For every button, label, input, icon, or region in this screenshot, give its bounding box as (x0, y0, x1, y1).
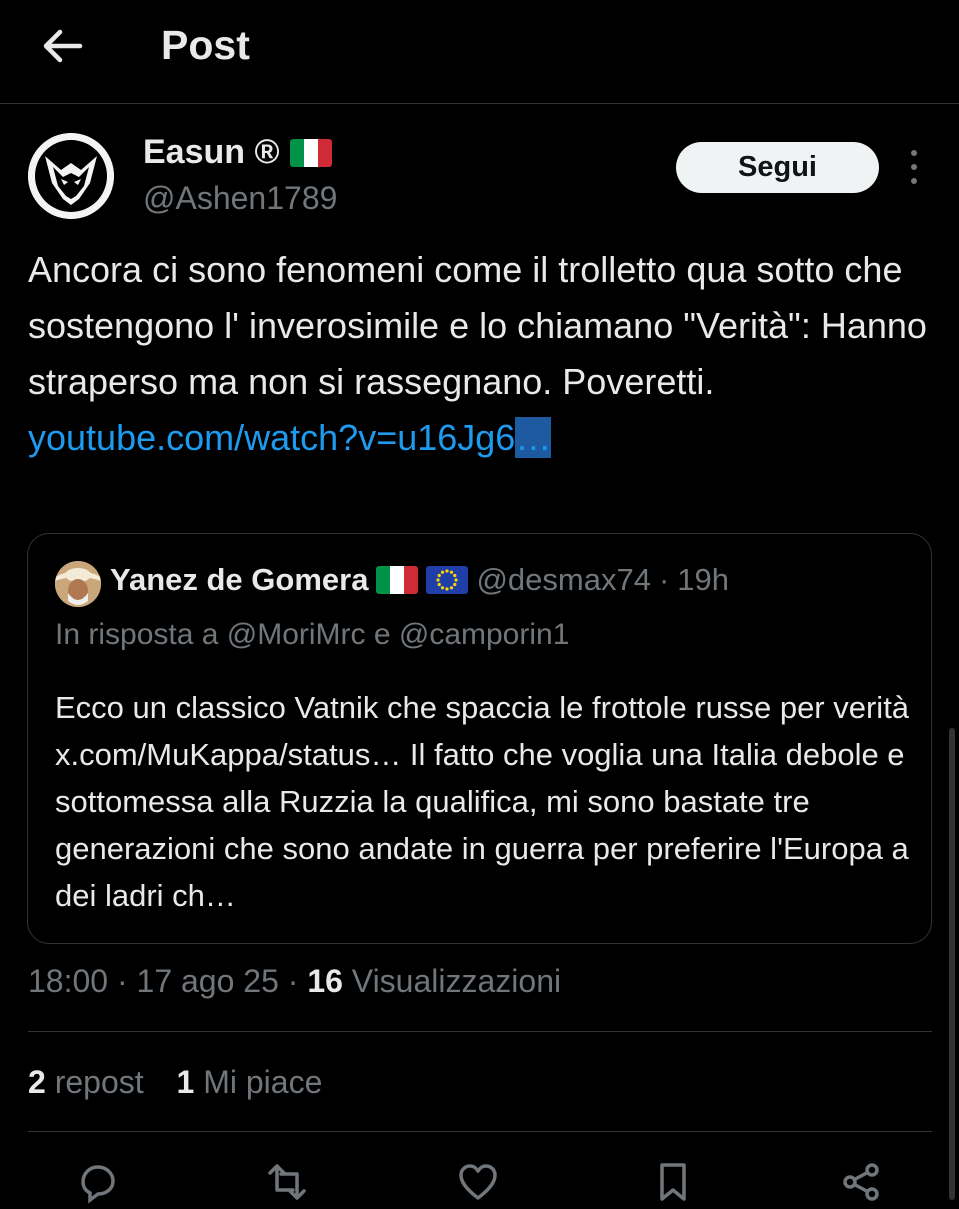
quote-author-name[interactable]: Yanez de Gomera (110, 562, 368, 598)
page-title: Post (161, 22, 250, 68)
reposts-label: repost (54, 1064, 144, 1100)
views-label: Visualizzazioni (351, 963, 562, 999)
quote-age[interactable]: 19h (677, 562, 729, 598)
quote-avatar[interactable] (55, 561, 101, 607)
author-name-row[interactable]: Easun ® (143, 133, 332, 172)
engagement-stats: 2 repost 1 Mi piace (28, 1064, 346, 1101)
post-text: Ancora ci sono fenomeni come il trollett… (28, 242, 933, 466)
follow-button[interactable]: Segui (676, 142, 879, 193)
likes-label: Mi piace (203, 1064, 323, 1100)
top-bar: Post (0, 0, 959, 104)
likes-stat[interactable]: 1 Mi piace (177, 1064, 323, 1100)
reposts-count: 2 (28, 1064, 46, 1100)
quote-text: Ecco un classico Vatnik che spaccia le f… (55, 690, 910, 913)
reply-icon[interactable] (76, 1160, 120, 1204)
quote-reply-to: In risposta a @MoriMrc e @camporin1 (55, 618, 570, 651)
like-icon[interactable] (456, 1160, 500, 1204)
divider (28, 1031, 932, 1032)
italy-flag-icon (289, 138, 332, 167)
post-meta: 18:00 · 17 ago 25 · 16 Visualizzazioni (28, 963, 561, 1000)
quoted-post[interactable]: Yanez de Gomera @desmax74 · 19h In rispo… (27, 533, 932, 944)
post-body: Ancora ci sono fenomeni come il trollett… (28, 249, 927, 402)
likes-count: 1 (176, 1064, 195, 1100)
italy-flag-icon (376, 566, 419, 594)
views-count: 16 (307, 963, 343, 999)
repost-icon[interactable] (265, 1160, 309, 1204)
meta-separator: · (287, 963, 308, 999)
eu-flag-icon (426, 566, 469, 594)
scrollbar[interactable] (949, 728, 955, 1200)
quote-header: Yanez de Gomera @desmax74 · 19h (110, 562, 729, 598)
quote-author-handle[interactable]: @desmax74 (476, 562, 651, 598)
reposts-stat[interactable]: 2 repost (28, 1064, 153, 1100)
author-handle[interactable]: @Ashen1789 (143, 180, 337, 217)
post-link-ellipsis[interactable]: … (515, 417, 552, 458)
author-name[interactable]: Easun ® (143, 133, 280, 172)
bookmark-icon[interactable] (651, 1160, 695, 1204)
share-icon[interactable] (839, 1160, 883, 1204)
quote-dot-separator: · (658, 562, 670, 597)
divider (28, 1131, 932, 1132)
post-time[interactable]: 18:00 (28, 963, 108, 999)
author-avatar[interactable] (28, 133, 114, 219)
post-date[interactable]: 17 ago 25 (137, 963, 279, 999)
post-link[interactable]: youtube.com/watch?v=u16Jg6 (28, 417, 515, 458)
meta-separator: · (116, 963, 137, 999)
back-arrow-icon[interactable] (40, 24, 84, 68)
more-icon[interactable] (903, 150, 925, 190)
